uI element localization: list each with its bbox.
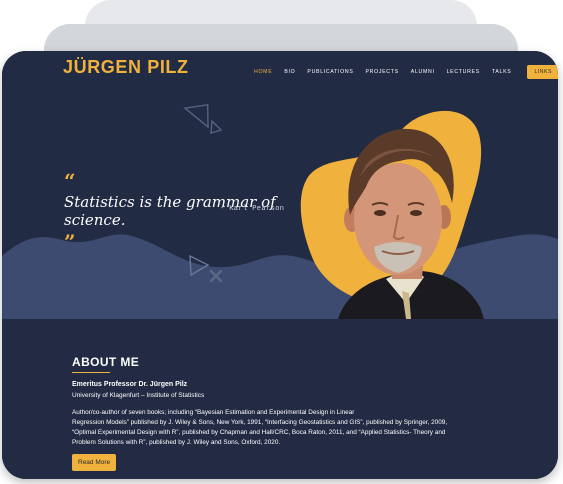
bio-line: Regression Models” published by J. Wiley… — [72, 419, 448, 426]
nav-item-talks[interactable]: TALKS — [492, 69, 512, 75]
nav-item-projects[interactable]: PROJECTS — [366, 69, 399, 75]
open-quote-mark: “ — [64, 169, 76, 193]
bio-line: Author/co-author of seven books; includi… — [72, 409, 355, 416]
quote-author: - Karl Pearson — [220, 205, 285, 213]
bio-line: Problem Solutions with R”, published by … — [72, 439, 281, 446]
about-section: ABOUT ME Emeritus Professor Dr. Jürgen P… — [2, 319, 558, 479]
nav-item-bio[interactable]: BIO — [284, 69, 295, 75]
hero-section: JÜRGEN PILZ HOME BIO PUBLICATIONS PROJEC… — [2, 51, 558, 319]
play-triangle-icon — [189, 254, 210, 277]
bio-line: “Optimal Experimental Design with R”, pu… — [72, 429, 446, 436]
main-nav: HOME BIO PUBLICATIONS PROJECTS ALUMNI LE… — [254, 65, 558, 79]
links-button[interactable]: LINKS — [527, 65, 558, 79]
cross-mark-icon — [209, 269, 223, 283]
nav-item-alumni[interactable]: ALUMNI — [411, 69, 435, 75]
portrait-photo — [300, 110, 484, 319]
site-brand[interactable]: JÜRGEN PILZ — [63, 57, 189, 78]
about-affiliation: University of Klagenfurt – Institute of … — [72, 392, 205, 399]
site-window: JÜRGEN PILZ HOME BIO PUBLICATIONS PROJEC… — [2, 51, 558, 479]
read-more-button[interactable]: Read More — [72, 454, 117, 471]
close-quote-mark: ” — [64, 230, 76, 254]
nav-item-home[interactable]: HOME — [254, 69, 272, 75]
triangle-outline-icon — [183, 104, 223, 134]
about-bio: Author/co-author of seven books; includi… — [72, 408, 482, 448]
nav-item-publications[interactable]: PUBLICATIONS — [307, 69, 353, 75]
about-title: ABOUT ME — [72, 355, 140, 369]
nav-item-lectures[interactable]: LECTURES — [447, 69, 480, 75]
title-underline — [72, 372, 110, 373]
about-name: Emeritus Professor Dr. Jürgen Pilz — [72, 381, 188, 388]
